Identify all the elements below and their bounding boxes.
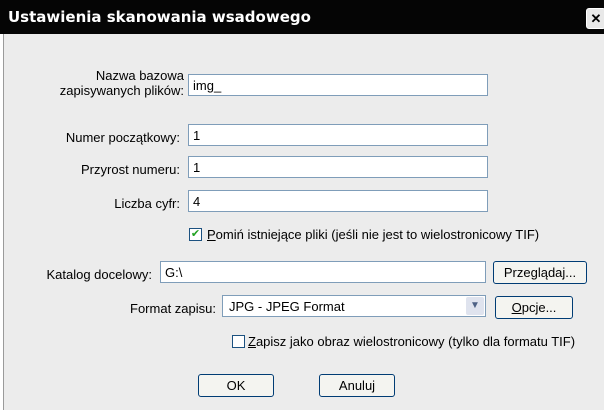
format-select[interactable]: JPG - JPEG Format ▼ <box>222 295 486 317</box>
options-button[interactable]: Opcje... <box>495 296 573 319</box>
start-number-label: Numer początkowy: <box>65 130 180 145</box>
digits-label: Liczba cyfr: <box>114 196 180 211</box>
format-label: Format zapisu: <box>130 301 216 316</box>
checkmark-icon: ✔ <box>190 228 201 240</box>
increment-label: Przyrost numeru: <box>81 162 180 177</box>
multipage-checkbox[interactable] <box>232 335 245 348</box>
chevron-down-icon[interactable]: ▼ <box>466 297 484 315</box>
target-dir-label: Katalog docelowy: <box>46 267 152 282</box>
base-name-input[interactable]: img_ <box>188 74 488 96</box>
start-number-input[interactable]: 1 <box>188 124 488 146</box>
title-bar: Ustawienia skanowania wsadowego ✕ <box>0 0 604 34</box>
base-name-label: Nazwa bazowa zapisywanych plików: <box>59 68 184 98</box>
cancel-button[interactable]: Anuluj <box>319 374 395 397</box>
multipage-label[interactable]: Zapisz jako obraz wielostronicowy (tylko… <box>248 334 575 349</box>
dialog-body: Nazwa bazowa zapisywanych plików: img_ N… <box>3 34 604 410</box>
format-selected-value: JPG - JPEG Format <box>229 299 345 314</box>
digits-input[interactable]: 4 <box>188 190 488 212</box>
window-title: Ustawienia skanowania wsadowego <box>8 8 311 26</box>
close-icon[interactable]: ✕ <box>586 8 604 29</box>
skip-existing-label[interactable]: Pomiń istniejące pliki (jeśli nie jest t… <box>207 227 539 242</box>
skip-existing-checkbox[interactable]: ✔ <box>189 228 202 241</box>
browse-button[interactable]: Przeglądaj... <box>493 261 587 284</box>
target-dir-input[interactable]: G:\ <box>160 261 486 283</box>
ok-button[interactable]: OK <box>198 374 274 397</box>
increment-input[interactable]: 1 <box>188 156 488 178</box>
